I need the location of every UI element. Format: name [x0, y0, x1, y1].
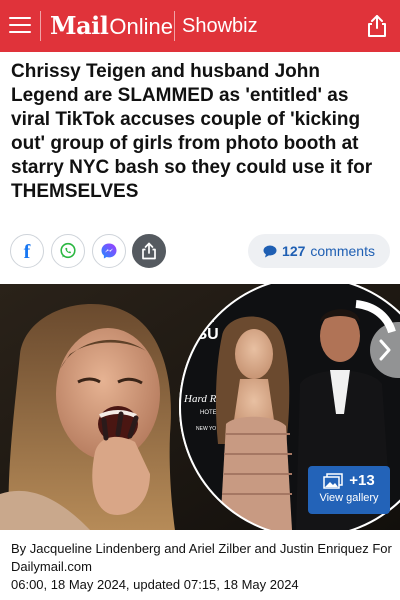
- gallery-label: View gallery: [319, 492, 379, 504]
- view-gallery-button[interactable]: +13 View gallery: [308, 466, 390, 514]
- share-icon[interactable]: [366, 14, 388, 38]
- article-byline: By Jacqueline Lindenberg and Ariel Zilbe…: [11, 540, 393, 594]
- comments-button[interactable]: 127 comments: [248, 234, 390, 268]
- header-divider: [40, 11, 41, 41]
- logo-mail-text: Mail: [50, 11, 109, 40]
- whatsapp-share-button[interactable]: [51, 234, 85, 268]
- share-icon: [142, 242, 156, 260]
- messenger-share-button[interactable]: [92, 234, 126, 268]
- comments-count: 127: [282, 243, 306, 259]
- article-headline: Chrissy Teigen and husband John Legend a…: [11, 61, 373, 202]
- share-bar: f 127 comments: [0, 232, 400, 272]
- article-timestamp: 06:00, 18 May 2024, updated 07:15, 18 Ma…: [11, 577, 299, 592]
- messenger-icon: [101, 243, 117, 259]
- section-title[interactable]: Showbiz: [182, 10, 258, 42]
- gallery-count: +13: [349, 472, 375, 489]
- comment-bubble-icon: [263, 245, 277, 257]
- gallery-image-icon: [323, 472, 344, 489]
- whatsapp-icon: [60, 242, 76, 259]
- header-divider: [174, 11, 175, 41]
- site-header: Mail Online Showbiz: [0, 0, 400, 52]
- facebook-icon: f: [23, 241, 31, 263]
- byline-authors[interactable]: By Jacqueline Lindenberg and Ariel Zilbe…: [11, 540, 393, 576]
- site-logo[interactable]: Mail Online: [50, 10, 173, 42]
- chevron-right-icon: [379, 339, 391, 361]
- facebook-share-button[interactable]: f: [10, 234, 44, 268]
- hamburger-menu-icon[interactable]: [9, 14, 31, 36]
- more-share-button[interactable]: [132, 234, 166, 268]
- comments-label: comments: [310, 243, 375, 259]
- logo-online-text: Online: [109, 14, 173, 39]
- backdrop-text: NEW YO: [196, 426, 216, 432]
